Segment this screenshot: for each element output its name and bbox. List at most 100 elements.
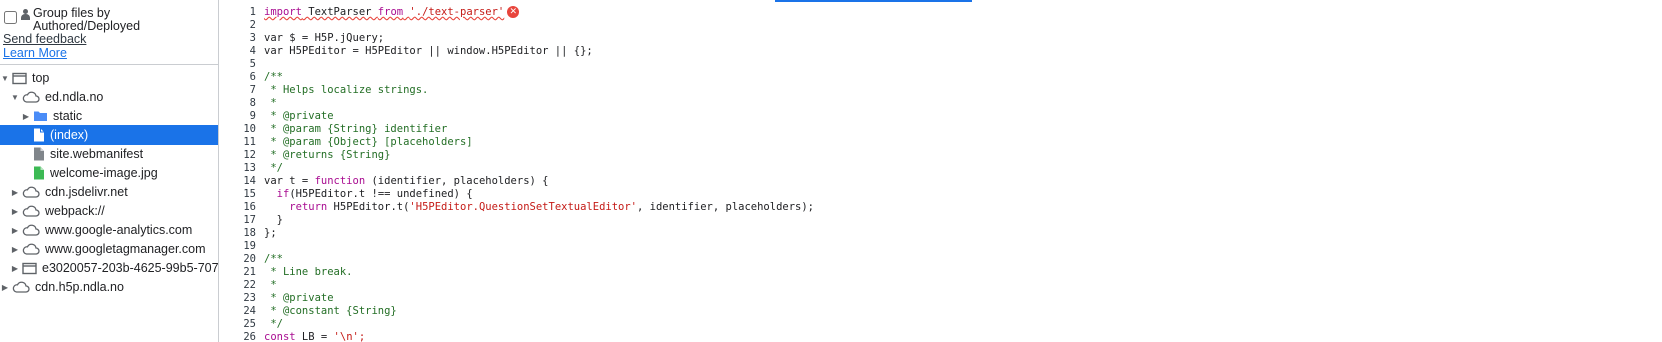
code-line: 22 *	[219, 279, 1662, 292]
line-number: 15	[243, 188, 256, 200]
tree-item-top[interactable]: ▼ top	[0, 68, 218, 88]
cloud-icon	[12, 281, 30, 293]
code-line: 2	[219, 19, 1662, 32]
line-number: 1	[249, 6, 256, 18]
code-line: 12 * @returns {String}	[219, 149, 1662, 162]
collapse-arrow-icon[interactable]: ▶	[0, 282, 10, 292]
line-number: 18	[243, 227, 256, 239]
line-number: 26	[243, 331, 256, 342]
frame-icon	[22, 262, 37, 274]
code-line: 20/**	[219, 253, 1662, 266]
code-line: 23 * @private	[219, 292, 1662, 305]
tree-item-label: (index)	[50, 128, 89, 142]
line-number: 2	[249, 19, 256, 31]
collapse-arrow-icon[interactable]: ▶	[10, 263, 20, 273]
line-number: 12	[243, 149, 256, 161]
tree-item-googletagmanager[interactable]: ▶ www.googletagmanager.com	[0, 239, 218, 259]
code-line: 10 * @param {String} identifier	[219, 123, 1662, 136]
tree-item-google-analytics[interactable]: ▶ www.google-analytics.com	[0, 220, 218, 240]
cloud-icon	[22, 224, 40, 236]
tree-item-label: site.webmanifest	[50, 147, 144, 161]
code-line: 6/**	[219, 71, 1662, 84]
line-number: 22	[243, 279, 256, 291]
tree-item-webpack[interactable]: ▶ webpack://	[0, 201, 218, 221]
file-navigator-sidebar: Group files by Authored/Deployed Send fee…	[0, 0, 219, 342]
group-files-checkbox[interactable]	[4, 11, 17, 24]
tree-item-label: www.googletagmanager.com	[45, 242, 206, 256]
code-line: 4 var H5PEditor = H5PEditor || window.H5P…	[219, 45, 1662, 58]
line-number: 17	[243, 214, 256, 226]
tree-item-cdn-jsdelivr[interactable]: ▶ cdn.jsdelivr.net	[0, 182, 218, 202]
cloud-icon	[22, 243, 40, 255]
line-number: 13	[243, 162, 256, 174]
code-line: 21 * Line break.	[219, 266, 1662, 279]
tree-item-label: ed.ndla.no	[45, 90, 104, 104]
tree-item-welcome-image[interactable]: welcome-image.jpg	[0, 163, 218, 183]
line-number: 10	[243, 123, 256, 135]
code-line: 19	[219, 240, 1662, 253]
line-number: 6	[249, 71, 256, 83]
line-number: 4	[249, 45, 256, 57]
image-file-icon	[34, 166, 44, 180]
tree-item-site-webmanifest[interactable]: site.webmanifest	[0, 144, 218, 164]
collapse-arrow-icon[interactable]: ▶	[10, 206, 20, 216]
code-line: 3 var $ = H5P.jQuery;	[219, 32, 1662, 45]
line-number: 20	[243, 253, 256, 265]
error-icon[interactable]: ✕	[507, 6, 520, 18]
source-code-editor[interactable]: 1 import TextParser from './text-parser' ✕…	[219, 0, 1662, 342]
code-line: 7 * Helps localize strings.	[219, 84, 1662, 97]
code-line: 5	[219, 58, 1662, 71]
line-number: 14	[243, 175, 256, 187]
learn-more-link[interactable]: Learn More	[3, 46, 67, 60]
group-files-toggle[interactable]: Group files by Authored/Deployed	[3, 7, 140, 33]
line-number: 8	[249, 97, 256, 109]
file-icon	[34, 147, 44, 161]
send-feedback-link[interactable]: Send feedback	[3, 32, 86, 46]
tree-item-label: cdn.h5p.ndla.no	[35, 280, 124, 294]
code-line: 26 const LB = '\n';	[219, 331, 1662, 342]
line-number: 24	[243, 305, 256, 317]
line-number: 21	[243, 266, 256, 278]
code-line: 25 */	[219, 318, 1662, 331]
tree-item-static[interactable]: ▶ static	[0, 106, 218, 126]
cloud-icon	[22, 91, 40, 103]
code-line: 9 * @private	[219, 110, 1662, 123]
folder-icon	[34, 111, 47, 121]
line-number: 7	[249, 84, 256, 96]
frame-icon	[12, 72, 27, 84]
code-line: 16 return H5PEditor.t('H5PEditor.Questio…	[219, 201, 1662, 214]
code-line: 1 import TextParser from './text-parser' ✕	[219, 6, 1662, 19]
tree-item-label: cdn.jsdelivr.net	[45, 185, 128, 199]
line-number: 5	[249, 58, 256, 70]
collapse-arrow-icon[interactable]: ▶	[21, 111, 31, 121]
tree-item-label: static	[53, 109, 83, 123]
line-number: 9	[249, 110, 256, 122]
tree-item-label: welcome-image.jpg	[50, 166, 158, 180]
divider	[0, 64, 218, 65]
tree-item-index[interactable]: (index)	[0, 125, 218, 145]
collapse-arrow-icon[interactable]: ▶	[10, 187, 20, 197]
tree-item-label: www.google-analytics.com	[45, 223, 193, 237]
code-line: 15 if(H5PEditor.t !== undefined) {	[219, 188, 1662, 201]
cloud-icon	[22, 205, 40, 217]
expand-arrow-icon[interactable]: ▼	[0, 73, 10, 83]
tree-item-ed-ndla[interactable]: ▼ ed.ndla.no	[0, 87, 218, 107]
code-line: 18};	[219, 227, 1662, 240]
line-number: 16	[243, 201, 256, 213]
code-line: 17 }	[219, 214, 1662, 227]
collapse-arrow-icon[interactable]: ▶	[10, 225, 20, 235]
tree-item-label: top	[32, 71, 50, 85]
tab-active-indicator	[775, 0, 972, 2]
expand-arrow-icon[interactable]: ▼	[10, 92, 20, 102]
file-icon	[34, 128, 44, 142]
line-number: 23	[243, 292, 256, 304]
tree-item-cdn-h5p[interactable]: ▶ cdn.h5p.ndla.no	[0, 277, 218, 297]
line-number: 11	[243, 136, 256, 148]
code-line: 13 */	[219, 162, 1662, 175]
code-line: 11 * @param {Object} [placeholders]	[219, 136, 1662, 149]
tree-item-label: webpack://	[45, 204, 105, 218]
collapse-arrow-icon[interactable]: ▶	[10, 244, 20, 254]
person-icon	[21, 9, 30, 20]
tree-item-frame-e3020057[interactable]: ▶ e3020057-203b-4625-99b5-707f	[0, 258, 218, 278]
code-line: 8 *	[219, 97, 1662, 110]
